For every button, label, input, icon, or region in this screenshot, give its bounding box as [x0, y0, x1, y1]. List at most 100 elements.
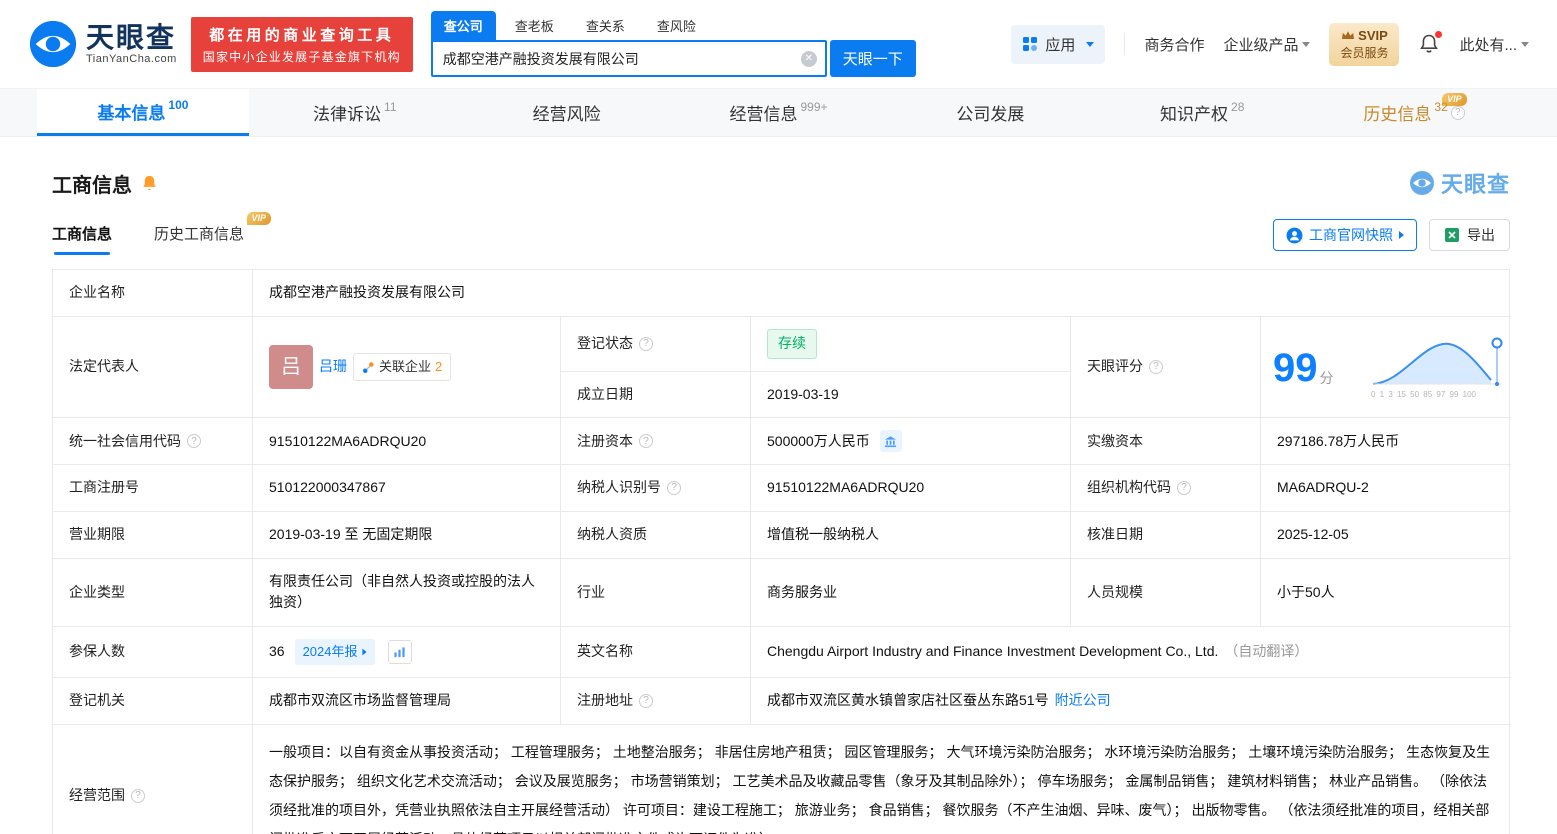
tab-label: 公司发展 — [956, 105, 1025, 124]
search-tab-risk[interactable]: 查风险 — [644, 11, 709, 40]
tab-count: 11 — [384, 99, 397, 114]
help-icon[interactable] — [187, 434, 201, 449]
legal-rep-name-link[interactable]: 吕珊 — [319, 356, 347, 378]
search-input[interactable] — [430, 40, 827, 77]
insured-count-value: 36 — [269, 643, 285, 660]
chevron-right-icon — [361, 648, 367, 656]
clear-search-icon[interactable] — [800, 50, 817, 67]
reg-authority-value: 成都市双流区市场监督管理局 — [253, 677, 561, 724]
official-snapshot-button[interactable]: 工商官网快照 — [1273, 219, 1417, 251]
credit-code-value: 91510122MA6ADRQU20 — [253, 417, 561, 465]
field-label-paid-capital: 实缴资本 — [1071, 417, 1261, 465]
insured-trend-icon[interactable] — [387, 640, 412, 665]
related-companies-tag[interactable]: 关联企业 2 — [353, 353, 452, 382]
section-title: 工商信息 — [52, 174, 132, 197]
staff-size-value: 小于50人 — [1261, 557, 1511, 626]
related-companies-count: 2 — [435, 359, 443, 375]
chevron-right-icon — [1399, 231, 1404, 239]
nav-business-cooperation[interactable]: 商务合作 — [1144, 34, 1204, 55]
taxpayer-id-value: 91510122MA6ADRQU20 — [751, 464, 1071, 512]
tab-business-info[interactable]: 经营信息 999+ — [673, 89, 885, 136]
insured-count-cell: 36 2024年报 — [253, 626, 561, 678]
tianyancha-watermark: 天眼查 — [1409, 167, 1510, 199]
tab-company-development[interactable]: 公司发展 — [884, 89, 1096, 136]
tab-label: 经营风险 — [532, 105, 601, 124]
tianyancha-logo[interactable]: 天眼查 TianYanCha.com — [28, 19, 177, 69]
business-term-value: 2019-03-19 至 无固定期限 — [253, 511, 561, 558]
annual-report-label: 2024年报 — [302, 644, 358, 660]
company-name-value: 成都空港产融投资发展有限公司 — [269, 284, 465, 301]
user-menu-label: 此处有... — [1459, 36, 1517, 54]
tab-legal-proceedings[interactable]: 法律诉讼 11 — [249, 89, 461, 136]
watermark-label: 天眼查 — [1440, 172, 1510, 197]
promo-banner: 都在用的商业查询工具 国家中小企业发展子基金旗下机构 — [190, 16, 413, 72]
tianyancha-logo-icon — [29, 20, 77, 68]
vip-badge: VIP — [246, 212, 272, 225]
reg-status-cell: 存续 — [751, 316, 1071, 371]
approval-date-value: 2025-12-05 — [1261, 511, 1511, 558]
apps-grid-icon — [1023, 37, 1038, 51]
help-icon[interactable] — [667, 481, 681, 496]
est-date-value: 2019-03-19 — [751, 370, 1071, 418]
field-label-reg-address: 注册地址 — [561, 677, 751, 724]
search-tab-boss[interactable]: 查老板 — [502, 11, 567, 40]
business-scope-value: 一般项目：以自有资金从事投资活动； 工程管理服务； 土地整治服务； 非居住房地产… — [253, 723, 1511, 834]
excel-export-icon — [1445, 228, 1459, 242]
score-number: 99 分 — [1273, 348, 1334, 390]
tab-operating-risk[interactable]: 经营风险 — [461, 89, 673, 136]
subtab-history-business-info[interactable]: 历史工商信息 VIP — [154, 212, 272, 255]
auto-translate-note: （自动翻译） — [1224, 643, 1309, 660]
help-icon[interactable] — [1177, 481, 1191, 496]
capital-detail-icon[interactable] — [879, 430, 902, 453]
field-label-legal-rep: 法定代表人 — [53, 316, 253, 418]
english-name-value: Chengdu Airport Industry and Finance Inv… — [767, 643, 1219, 660]
nearby-companies-link[interactable]: 附近公司 — [1055, 690, 1111, 712]
field-label-reg-number: 工商注册号 — [53, 464, 253, 512]
help-icon[interactable] — [639, 694, 653, 709]
score-value: 99 — [1273, 346, 1318, 391]
export-button[interactable]: 导出 — [1429, 219, 1510, 251]
logo-title: 天眼查 — [86, 22, 177, 54]
paid-capital-value: 297186.78万人民币 — [1261, 417, 1511, 464]
search-area: 查公司 查老板 查关系 查风险 天眼一下 — [430, 11, 916, 77]
search-tab-relation[interactable]: 查关系 — [573, 11, 638, 40]
tab-intellectual-property[interactable]: 知识产权 28 — [1096, 89, 1308, 136]
annual-report-tag[interactable]: 2024年报 — [294, 639, 375, 666]
help-icon[interactable] — [1149, 360, 1163, 375]
tab-label: 法律诉讼 — [313, 105, 382, 124]
subscribe-bell-icon[interactable] — [140, 174, 159, 193]
reg-address-cell: 成都市双流区黄水镇曾家店社区蚕丛东路51号 附近公司 — [751, 677, 1511, 724]
company-tabbar: 基本信息 100 法律诉讼 11 经营风险 经营信息 999+ 公司发展 知识产… — [0, 88, 1557, 137]
snapshot-button-label: 工商官网快照 — [1309, 227, 1393, 243]
score-label-text: 天眼评分 — [1087, 358, 1143, 375]
english-name-cell: Chengdu Airport Industry and Finance Inv… — [751, 626, 1511, 677]
help-icon[interactable] — [131, 788, 145, 803]
nav-enterprise-products[interactable]: 企业级产品 — [1223, 34, 1311, 55]
user-menu[interactable]: 此处有... — [1459, 34, 1529, 55]
search-button[interactable]: 天眼一下 — [829, 40, 916, 77]
subtab-business-info[interactable]: 工商信息 — [52, 223, 112, 255]
related-companies-icon — [363, 361, 374, 373]
chevron-down-icon — [1302, 41, 1311, 47]
tab-history-info[interactable]: VIP 历史信息 32 — [1308, 89, 1520, 136]
tab-count: 100 — [168, 98, 189, 112]
legal-rep-avatar[interactable]: 吕 — [269, 345, 313, 390]
header-divider — [1124, 33, 1126, 55]
tab-basic-info[interactable]: 基本信息 100 — [37, 89, 249, 136]
site-header: 天眼查 TianYanCha.com 都在用的商业查询工具 国家中小企业发展子基… — [0, 0, 1557, 88]
tab-count: 999+ — [800, 99, 828, 114]
help-icon[interactable] — [639, 336, 653, 351]
help-icon[interactable] — [1450, 105, 1465, 120]
help-icon[interactable] — [639, 434, 653, 449]
subtab-label: 历史工商信息 — [154, 226, 245, 243]
subtab-row: 工商信息 历史工商信息 VIP 工商官网快照 导出 — [52, 212, 1510, 255]
field-label-reg-capital: 注册资本 — [561, 417, 751, 465]
svip-sublabel: 会员服务 — [1340, 45, 1389, 60]
svip-membership-button[interactable]: SVIP 会员服务 — [1329, 22, 1400, 66]
search-tab-company[interactable]: 查公司 — [430, 11, 496, 40]
tab-count: 32 — [1434, 99, 1448, 114]
notifications-bell[interactable] — [1418, 31, 1443, 55]
legal-rep-cell: 吕 吕珊 关联企业 2 — [253, 316, 561, 418]
apps-menu[interactable]: 应用 — [1011, 24, 1106, 64]
score-curve-icon — [1372, 337, 1503, 387]
